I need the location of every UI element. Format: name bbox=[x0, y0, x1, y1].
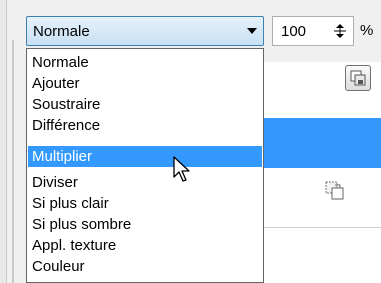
blend-mode-value: Normale bbox=[33, 23, 90, 40]
opacity-spinner[interactable]: 100 bbox=[272, 16, 354, 46]
selected-layer-row[interactable] bbox=[264, 118, 381, 168]
blend-mode-dropdown-list[interactable]: Normale Ajouter Soustraire Différence Mu… bbox=[26, 48, 264, 283]
blend-option-multiplier[interactable]: Multiplier bbox=[28, 146, 262, 167]
panel-divider bbox=[12, 40, 14, 283]
blend-option-soustraire[interactable]: Soustraire bbox=[28, 94, 262, 115]
opacity-value: 100 bbox=[281, 23, 307, 40]
layer-properties-icon bbox=[350, 70, 366, 86]
opacity-unit: % bbox=[360, 22, 374, 39]
layer-properties-button[interactable] bbox=[345, 65, 371, 91]
blend-option-diviser[interactable]: Diviser bbox=[28, 172, 262, 193]
blend-option-si-plus-clair[interactable]: Si plus clair bbox=[28, 193, 262, 214]
layers-panel-background bbox=[264, 62, 381, 283]
window-left-edge bbox=[0, 0, 7, 283]
duplicate-layer-icon[interactable] bbox=[324, 180, 346, 202]
blend-option-normale[interactable]: Normale bbox=[28, 52, 262, 73]
chevron-down-icon bbox=[247, 28, 257, 34]
blend-option-ajouter[interactable]: Ajouter bbox=[28, 73, 262, 94]
spin-arrows-icon[interactable] bbox=[333, 21, 347, 41]
mouse-cursor-icon bbox=[173, 156, 190, 182]
blend-option-appl-texture[interactable]: Appl. texture bbox=[28, 235, 262, 256]
blend-option-couleur[interactable]: Couleur bbox=[28, 256, 262, 277]
blend-option-si-plus-sombre[interactable]: Si plus sombre bbox=[28, 214, 262, 235]
blend-option-difference[interactable]: Différence bbox=[28, 115, 262, 136]
blend-mode-select[interactable]: Normale bbox=[26, 16, 264, 46]
panel-divider-line bbox=[264, 227, 381, 228]
